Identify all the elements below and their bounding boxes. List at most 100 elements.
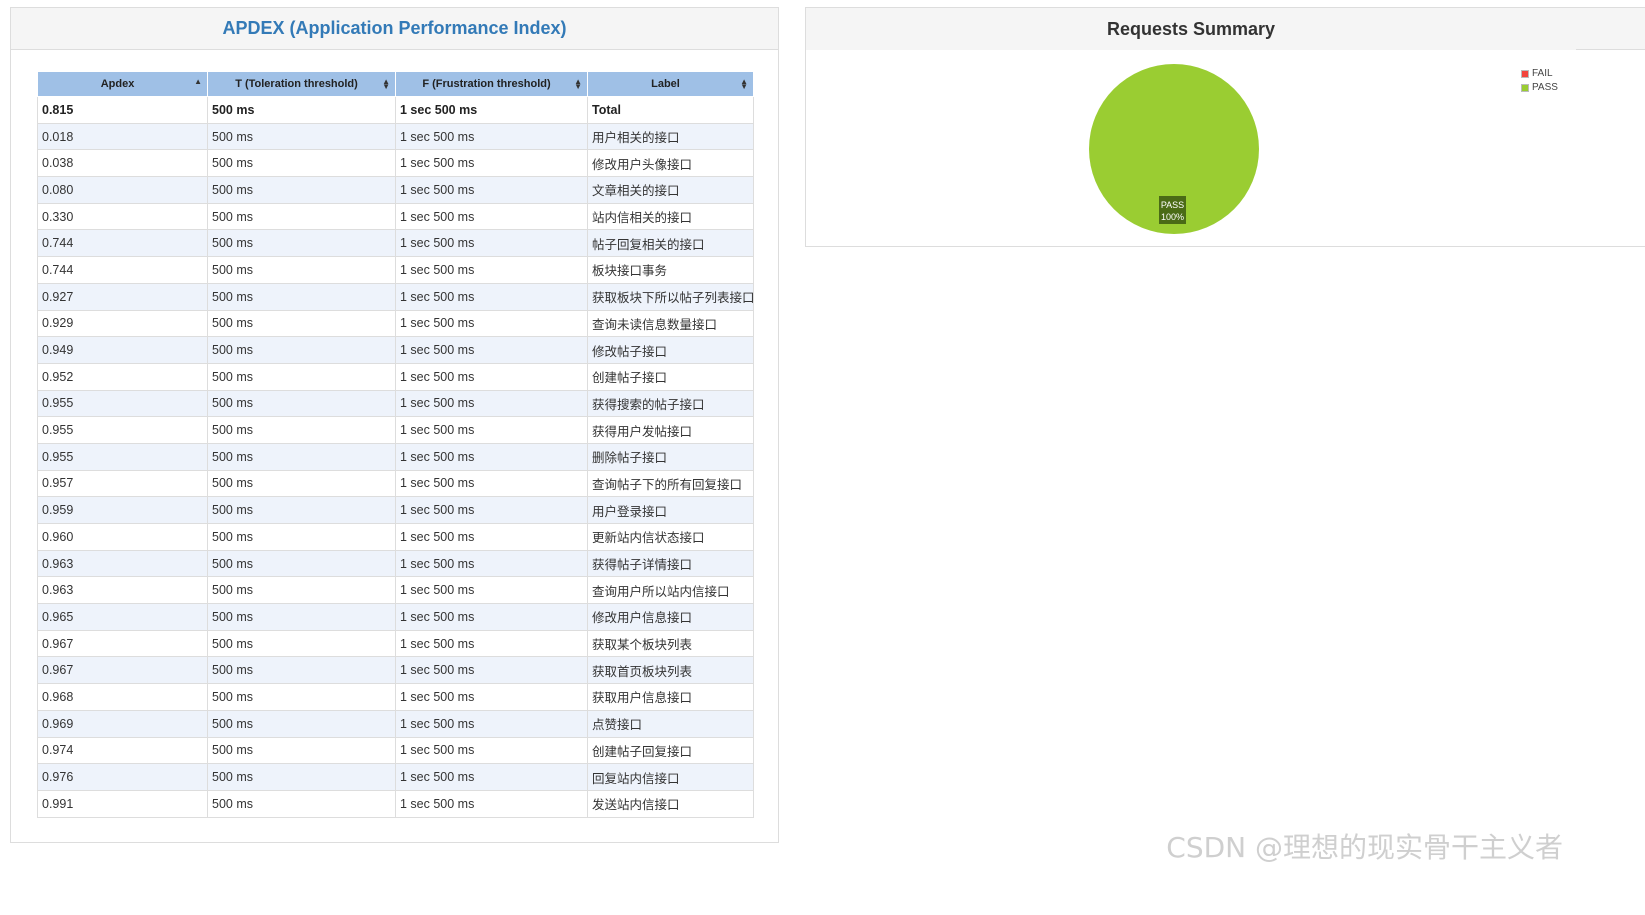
cell-label: 回复站内信接口: [587, 763, 754, 791]
cell-f: 1 sec 500 ms: [395, 629, 588, 658]
sort-both-icon: ▲ ▼: [740, 77, 748, 91]
cell-f: 1 sec 500 ms: [395, 149, 588, 178]
cell-label: 修改帖子接口: [587, 336, 754, 364]
cell-f: 1 sec 500 ms: [395, 549, 588, 578]
table-row: 0.963 500 ms 1 sec 500 ms 获得帖子详情接口: [37, 549, 754, 578]
cell-label: 查询帖子下的所有回复接口: [587, 469, 754, 498]
cell-t: 500 ms: [207, 256, 396, 284]
cell-label: 用户登录接口: [587, 496, 754, 524]
column-header-label: T (Toleration threshold): [235, 78, 358, 90]
table-row: 0.038 500 ms 1 sec 500 ms 修改用户头像接口: [37, 149, 754, 178]
cell-t: 500 ms: [207, 362, 396, 391]
cell-f: 1 sec 500 ms: [395, 309, 588, 338]
legend-item-pass[interactable]: PASS: [1521, 81, 1558, 95]
cell-t: 500 ms: [207, 709, 396, 738]
cell-t: 500 ms: [207, 336, 396, 364]
cell-t: 500 ms: [207, 603, 396, 631]
cell-apdex: 0.080: [37, 176, 208, 204]
cell-label: 文章相关的接口: [587, 176, 754, 204]
cell-t: 500 ms: [207, 789, 396, 818]
legend-swatch-fail: [1521, 70, 1529, 78]
cell-f: 1 sec 500 ms: [395, 176, 588, 204]
cell-apdex: 0.955: [37, 416, 208, 444]
cell-f: 1 sec 500 ms: [395, 362, 588, 391]
table-row: 0.959 500 ms 1 sec 500 ms 用户登录接口: [37, 496, 754, 524]
cell-apdex: 0.744: [37, 229, 208, 258]
csdn-watermark: CSDN @理想的现实骨干主义者: [1166, 831, 1563, 864]
table-row-total: 0.815 500 ms 1 sec 500 ms Total: [37, 96, 754, 124]
legend-label-pass: PASS: [1532, 82, 1558, 93]
cell-f: 1 sec 500 ms: [395, 469, 588, 498]
legend-swatch-pass: [1521, 84, 1529, 92]
pie-chart-svg[interactable]: PASS 100%: [1087, 62, 1261, 236]
cell-t: 500 ms: [207, 282, 396, 311]
cell-apdex: 0.967: [37, 656, 208, 685]
table-row: 0.957 500 ms 1 sec 500 ms 查询帖子下的所有回复接口: [37, 469, 754, 498]
cell-f: 1 sec 500 ms: [395, 523, 588, 551]
cell-label: 帖子回复相关的接口: [587, 229, 754, 258]
pie-label-value: 100%: [1161, 212, 1184, 222]
cell-apdex: 0.976: [37, 763, 208, 791]
pie-label-name: PASS: [1161, 200, 1184, 210]
cell-label: 查询未读信息数量接口: [587, 309, 754, 338]
cell-apdex: 0.330: [37, 202, 208, 231]
cell-f: 1 sec 500 ms: [395, 122, 588, 151]
column-header-apdex[interactable]: Apdex ▲: [37, 71, 208, 97]
cell-apdex: 0.927: [37, 282, 208, 311]
cell-apdex: 0.955: [37, 389, 208, 418]
column-header-label[interactable]: Label ▲ ▼: [587, 71, 754, 97]
column-header-frustration[interactable]: F (Frustration threshold) ▲ ▼: [395, 71, 588, 97]
cell-t: 500 ms: [207, 549, 396, 578]
table-row: 0.330 500 ms 1 sec 500 ms 站内信相关的接口: [37, 202, 754, 231]
table-row: 0.976 500 ms 1 sec 500 ms 回复站内信接口: [37, 763, 754, 791]
cell-label: 站内信相关的接口: [587, 202, 754, 231]
cell-t: 500 ms: [207, 149, 396, 178]
cell-apdex: 0.974: [37, 736, 208, 765]
table-row: 0.952 500 ms 1 sec 500 ms 创建帖子接口: [37, 362, 754, 391]
cell-f: 1 sec 500 ms: [395, 763, 588, 791]
cell-label: 修改用户头像接口: [587, 149, 754, 178]
cell-f: 1 sec 500 ms: [395, 96, 588, 124]
apdex-table-body: 0.815 500 ms 1 sec 500 ms Total 0.018 500 ms 1…: [37, 96, 754, 818]
requests-summary-panel: Requests Summary PASS 100% FAIL PASS: [805, 7, 1645, 247]
table-row: 0.929 500 ms 1 sec 500 ms 查询未读信息数量接口: [37, 309, 754, 338]
cell-t: 500 ms: [207, 229, 396, 258]
cell-f: 1 sec 500 ms: [395, 202, 588, 231]
cell-apdex: 0.929: [37, 309, 208, 338]
table-row: 0.744 500 ms 1 sec 500 ms 帖子回复相关的接口: [37, 229, 754, 258]
requests-pie-chart[interactable]: PASS 100%: [1087, 62, 1261, 241]
cell-t: 500 ms: [207, 176, 396, 204]
apdex-panel: APDEX (Application Performance Index) Ap…: [10, 7, 779, 843]
cell-label: 获得用户发帖接口: [587, 416, 754, 444]
cell-apdex: 0.967: [37, 629, 208, 658]
sort-asc-icon: ▲: [194, 77, 202, 86]
cell-f: 1 sec 500 ms: [395, 656, 588, 685]
cell-label: 获取首页板块列表: [587, 656, 754, 685]
cell-t: 500 ms: [207, 309, 396, 338]
cell-label: 修改用户信息接口: [587, 603, 754, 631]
cell-f: 1 sec 500 ms: [395, 683, 588, 711]
table-row: 0.955 500 ms 1 sec 500 ms 获得用户发帖接口: [37, 416, 754, 444]
table-row: 0.018 500 ms 1 sec 500 ms 用户相关的接口: [37, 122, 754, 151]
cell-f: 1 sec 500 ms: [395, 336, 588, 364]
cell-apdex: 0.963: [37, 576, 208, 605]
table-row: 0.968 500 ms 1 sec 500 ms 获取用户信息接口: [37, 683, 754, 711]
table-row: 0.927 500 ms 1 sec 500 ms 获取板块下所以帖子列表接口: [37, 282, 754, 311]
cell-label: 板块接口事务: [587, 256, 754, 284]
apdex-table-header-row: Apdex ▲ T (Toleration threshold) ▲ ▼ F (F…: [37, 71, 754, 97]
cell-t: 500 ms: [207, 469, 396, 498]
cell-t: 500 ms: [207, 202, 396, 231]
cell-label: 点赞接口: [587, 709, 754, 738]
cell-f: 1 sec 500 ms: [395, 736, 588, 765]
cell-label: 获得搜索的帖子接口: [587, 389, 754, 418]
table-row: 0.080 500 ms 1 sec 500 ms 文章相关的接口: [37, 176, 754, 204]
cell-t: 500 ms: [207, 736, 396, 765]
table-row: 0.974 500 ms 1 sec 500 ms 创建帖子回复接口: [37, 736, 754, 765]
cell-f: 1 sec 500 ms: [395, 256, 588, 284]
cell-t: 500 ms: [207, 656, 396, 685]
column-header-toleration[interactable]: T (Toleration threshold) ▲ ▼: [207, 71, 396, 97]
cell-t: 500 ms: [207, 576, 396, 605]
cell-t: 500 ms: [207, 496, 396, 524]
chart-legend: FAIL PASS: [1521, 67, 1558, 95]
legend-item-fail[interactable]: FAIL: [1521, 67, 1558, 81]
